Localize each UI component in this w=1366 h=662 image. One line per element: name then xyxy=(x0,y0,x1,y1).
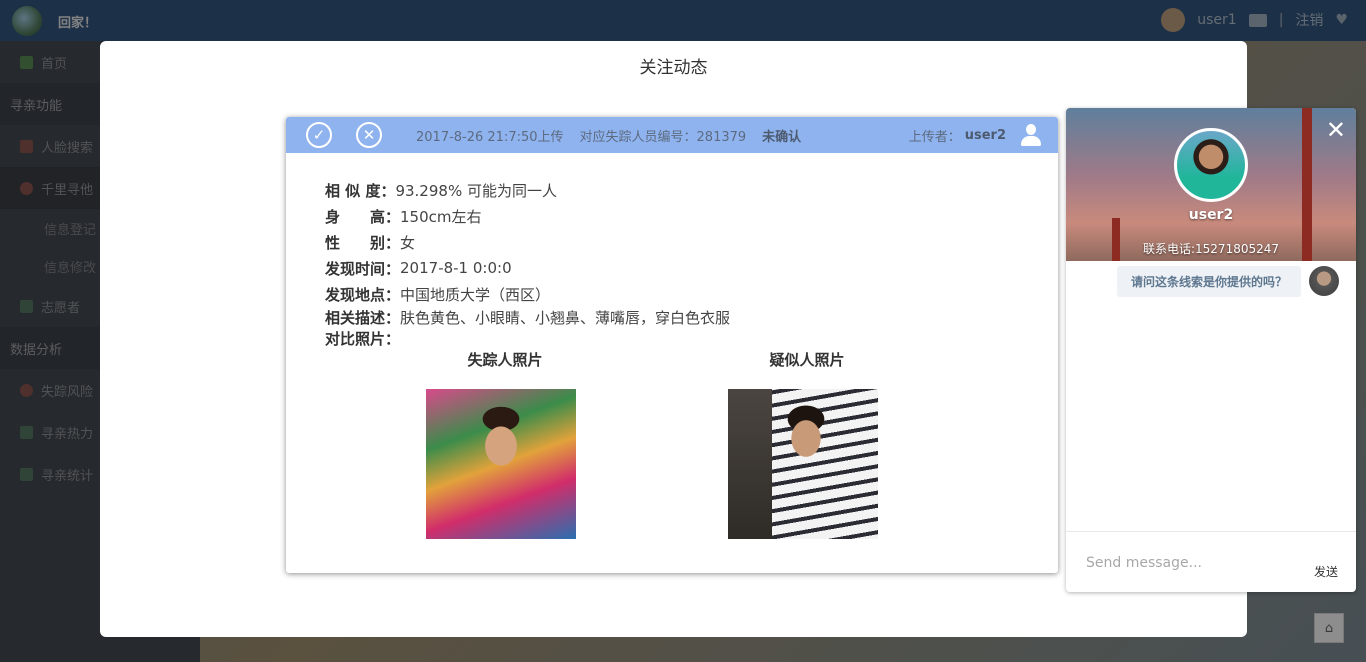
suspect-photo-label: 疑似人照片 xyxy=(769,351,845,369)
case-number: 对应失踪人员编号：281379 xyxy=(579,129,747,145)
contact-name: user2 xyxy=(1188,207,1234,223)
detail-row-found-time: 发现时间： 2017-8-1 0:0:0 xyxy=(325,255,730,281)
detail-label: 相关描述： xyxy=(325,309,401,327)
detail-value: 2017-8-1 0:0:0 xyxy=(400,259,512,277)
detail-row-gender: 性 别： 女 xyxy=(325,229,730,255)
detail-label: 发现地点： xyxy=(325,285,401,304)
detail-row-found-place: 发现地点： 中国地质大学（西区） xyxy=(325,281,730,307)
detail-value: 女 xyxy=(400,233,416,252)
check-icon: ✓ xyxy=(312,126,326,144)
uploader-label: 上传者： xyxy=(908,129,961,145)
suspect-person-photo[interactable] xyxy=(728,389,878,539)
detail-row-height: 身 高： 150cm左右 xyxy=(325,203,730,229)
divider xyxy=(1066,531,1356,532)
sender-avatar xyxy=(1309,266,1340,296)
chat-banner: user2 联系电话:15271805247 ✕ xyxy=(1066,108,1356,261)
reject-button[interactable]: ✕ xyxy=(356,122,382,148)
message-input[interactable] xyxy=(1086,552,1286,574)
contact-avatar xyxy=(1174,128,1248,202)
status-badge: 未确认 xyxy=(762,129,802,145)
chat-panel: user2 联系电话:15271805247 ✕ 请问这条线索是你提供的吗？ 发… xyxy=(1066,108,1356,592)
send-button[interactable]: 发送 xyxy=(1314,563,1338,580)
missing-photo-label: 失踪人照片 xyxy=(467,351,543,369)
detail-row-photos: 对比照片： xyxy=(325,328,730,349)
modal-title: 关注动态 xyxy=(639,58,708,78)
detail-label: 对比照片： xyxy=(325,330,401,348)
detail-label: 发现时间： xyxy=(325,259,401,278)
bridge-tower xyxy=(1302,108,1312,261)
message-bubble: 请问这条线索是你提供的吗？ xyxy=(1117,266,1302,297)
detail-row-description: 相关描述： 肤色黄色、小眼睛、小翘鼻、薄嘴唇，穿白色衣服 xyxy=(325,307,730,328)
uploader-info: 上传者： user2 xyxy=(909,117,1042,153)
upload-time: 2017-8-26 21:7:50上传 xyxy=(416,129,564,145)
detail-label: 性 别： xyxy=(325,233,401,252)
close-icon: ✕ xyxy=(362,126,376,144)
detail-value: 150cm左右 xyxy=(400,207,482,226)
detail-value: 肤色黄色、小眼睛、小翘鼻、薄嘴唇，穿白色衣服 xyxy=(400,309,731,327)
detail-label: 相 似 度： xyxy=(325,181,396,200)
detail-value: 中国地质大学（西区） xyxy=(400,285,551,304)
missing-person-photo[interactable] xyxy=(426,389,576,539)
chat-message: 请问这条线索是你提供的吗？ xyxy=(1117,266,1340,297)
photo-background xyxy=(728,389,772,539)
clue-details: 相 似 度： 93.298% 可能为同一人 身 高： 150cm左右 性 别： … xyxy=(325,177,730,349)
contact-phone: 联系电话:15271805247 xyxy=(1142,242,1280,256)
clue-card: ✓ ✕ 2017-8-26 21:7:50上传 对应失踪人员编号：281379 … xyxy=(286,117,1058,573)
clue-card-header: ✓ ✕ 2017-8-26 21:7:50上传 对应失踪人员编号：281379 … xyxy=(286,117,1058,153)
confirm-button[interactable]: ✓ xyxy=(306,122,332,148)
person-icon[interactable] xyxy=(1020,123,1042,147)
close-icon[interactable]: ✕ xyxy=(1326,118,1346,142)
detail-row-similarity: 相 似 度： 93.298% 可能为同一人 xyxy=(325,177,730,203)
uploader-name[interactable]: user2 xyxy=(965,128,1006,143)
detail-value: 93.298% 可能为同一人 xyxy=(395,181,557,200)
detail-label: 身 高： xyxy=(325,207,401,226)
